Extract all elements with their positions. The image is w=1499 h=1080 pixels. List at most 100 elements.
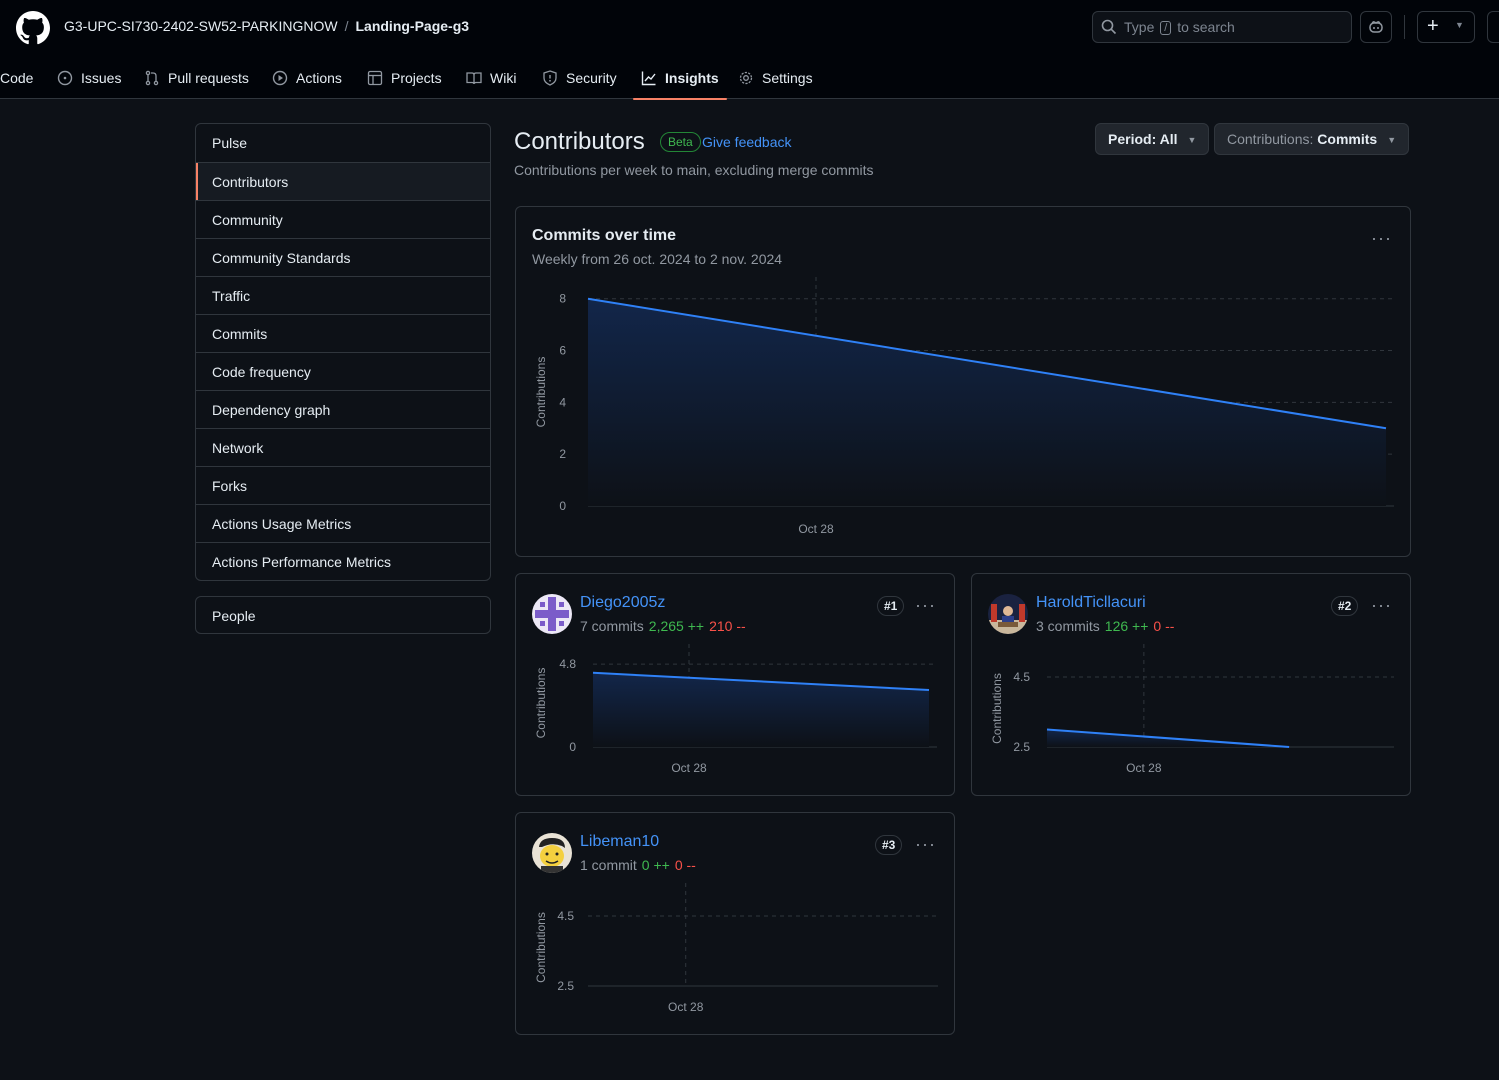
play-icon	[272, 70, 288, 85]
rank-badge: #1	[877, 596, 905, 616]
y-tick-label: 0	[569, 740, 576, 754]
tab-label: Wiki	[490, 69, 517, 86]
graph-icon	[641, 71, 656, 85]
avatar-image	[988, 594, 1028, 634]
chart-title: Commits over time	[532, 227, 677, 244]
tab-actions[interactable]: Actions	[272, 56, 342, 99]
contributor-stats: 3 commits 126 ++ 0 --	[1036, 618, 1174, 634]
kebab-menu-icon[interactable]: ···	[1371, 596, 1392, 614]
github-logo-icon[interactable]	[16, 11, 50, 45]
y-tick-label: 4.8	[559, 657, 576, 671]
global-header: G3-UPC-SI730-2402-SW52-PARKINGNOW / Landin…	[0, 0, 1499, 100]
contributions-select[interactable]: Contributions: Commits ▼	[1214, 123, 1410, 155]
sidebar-item-people[interactable]: People	[195, 596, 491, 634]
rank-badge: #3	[875, 835, 903, 855]
sidebar-item-code-frequency[interactable]: Code frequency	[196, 352, 490, 390]
owner-link[interactable]: G3-UPC-SI730-2402-SW52-PARKINGNOW	[64, 18, 338, 34]
period-select[interactable]: Period: All ▼	[1095, 123, 1210, 155]
create-new-button[interactable]: + ▼	[1417, 11, 1475, 43]
sidebar-item-commits[interactable]: Commits	[196, 314, 490, 352]
additions-count: 126 ++	[1104, 618, 1149, 634]
gear-icon	[739, 71, 753, 84]
kebab-menu-icon[interactable]: ···	[915, 835, 936, 853]
plus-icon: +	[1427, 15, 1439, 37]
sidebar-item-pulse[interactable]: Pulse	[196, 124, 490, 162]
sidebar-item-contributors[interactable]: Contributors	[196, 162, 490, 200]
rank-badge: #2	[1331, 596, 1359, 616]
y-tick-label: 2.5	[1013, 740, 1030, 754]
sidebar-item-network[interactable]: Network	[196, 428, 490, 466]
x-tick-label: Oct 28	[798, 522, 834, 536]
tab-label: Insights	[665, 69, 719, 86]
avatar[interactable]	[988, 594, 1028, 634]
contributor-chart: 0 4.8 Oct 28 Contributions	[534, 644, 937, 775]
beta-badge: Beta	[660, 132, 701, 152]
sidebar-item-traffic[interactable]: Traffic	[196, 276, 490, 314]
commit-count[interactable]: 7 commits	[580, 618, 644, 634]
tab-wiki[interactable]: Wiki	[466, 56, 516, 99]
tab-label: Issues	[81, 69, 122, 86]
contributor-stats: 1 commit 0 ++ 0 --	[580, 857, 696, 873]
tab-projects[interactable]: Projects	[367, 56, 442, 99]
deletions-count: 0 --	[674, 857, 696, 873]
insights-sidebar: Pulse Contributors Community Community S…	[195, 123, 491, 581]
search-input[interactable]: Type / to search	[1092, 11, 1352, 43]
commit-count[interactable]: 1 commit	[580, 857, 637, 873]
deletions-count: 0 --	[1153, 618, 1175, 634]
contributor-name[interactable]: Libeman10	[580, 833, 659, 851]
kebab-menu-icon[interactable]: ···	[1371, 229, 1392, 247]
page-title: Contributors	[514, 128, 645, 155]
additions-count: 2,265 ++	[648, 618, 705, 634]
y-tick-label: 6	[559, 344, 566, 358]
issues-button[interactable]	[1487, 11, 1499, 43]
contributor-card: Diego2005z 7 commits 2,265 ++ 210 -- #1 ··…	[515, 573, 955, 796]
book-icon	[466, 71, 482, 84]
breadcrumb: G3-UPC-SI730-2402-SW52-PARKINGNOW / Landin…	[64, 18, 469, 34]
y-tick-label: 4.5	[1013, 670, 1030, 684]
y-tick-label: 2	[559, 447, 566, 461]
sidebar-item-forks[interactable]: Forks	[196, 466, 490, 504]
y-tick-label: 8	[559, 292, 566, 306]
sidebar-item-dependency-graph[interactable]: Dependency graph	[196, 390, 490, 428]
kebab-menu-icon[interactable]: ···	[915, 596, 936, 614]
tab-code[interactable]: Code	[0, 56, 33, 99]
avatar[interactable]	[532, 594, 572, 634]
commit-count[interactable]: 3 commits	[1036, 618, 1100, 634]
contributor-chart: 2.5 4.5 Oct 28 Contributions	[990, 644, 1394, 775]
tab-label: Security	[566, 69, 617, 86]
sidebar-item-actions-usage-metrics[interactable]: Actions Usage Metrics	[196, 504, 490, 542]
search-prefix: Type	[1124, 19, 1155, 35]
sidebar-item-actions-performance-metrics[interactable]: Actions Performance Metrics	[196, 542, 490, 580]
tab-label: Settings	[762, 69, 813, 86]
x-tick-label: Oct 28	[668, 1000, 704, 1014]
tab-label: Code	[0, 69, 34, 86]
period-label: Period: All	[1108, 131, 1178, 147]
y-tick-label: 4.5	[557, 909, 574, 923]
sidebar-item-community[interactable]: Community	[196, 200, 490, 238]
avatar[interactable]	[532, 833, 572, 873]
tab-security[interactable]: Security	[542, 56, 617, 99]
sidebar-item-community-standards[interactable]: Community Standards	[196, 238, 490, 276]
search-shortcut-key: /	[1160, 21, 1172, 35]
contributor-card: HaroldTicllacuri 3 commits 126 ++ 0 -- #2 …	[971, 573, 1411, 796]
contributor-name[interactable]: HaroldTicllacuri	[1036, 594, 1146, 612]
tab-settings[interactable]: Settings	[738, 56, 813, 99]
copilot-button[interactable]	[1360, 11, 1392, 43]
table-icon	[367, 70, 383, 85]
x-tick-label: Oct 28	[671, 761, 707, 775]
tab-insights[interactable]: Insights	[633, 56, 727, 100]
breadcrumb-separator: /	[344, 18, 349, 34]
deletions-count: 210 --	[709, 618, 746, 634]
repo-link[interactable]: Landing-Page-g3	[355, 18, 469, 34]
contributor-name[interactable]: Diego2005z	[580, 594, 665, 612]
tab-issues[interactable]: Issues	[57, 56, 121, 99]
tab-pull-requests[interactable]: Pull requests	[144, 56, 249, 99]
search-placeholder: Type / to search	[1124, 19, 1235, 35]
pull-request-icon	[145, 70, 159, 85]
commits-over-time-chart: 0 2 4 6 8 Oct 28 Contributions	[534, 277, 1394, 536]
avatar-image	[532, 833, 572, 873]
page-subtitle: Contributions per week to main, excludin…	[514, 162, 874, 178]
header-divider	[1404, 15, 1405, 39]
give-feedback-link[interactable]: Give feedback	[702, 134, 792, 150]
contributor-stats: 7 commits 2,265 ++ 210 --	[580, 618, 746, 634]
